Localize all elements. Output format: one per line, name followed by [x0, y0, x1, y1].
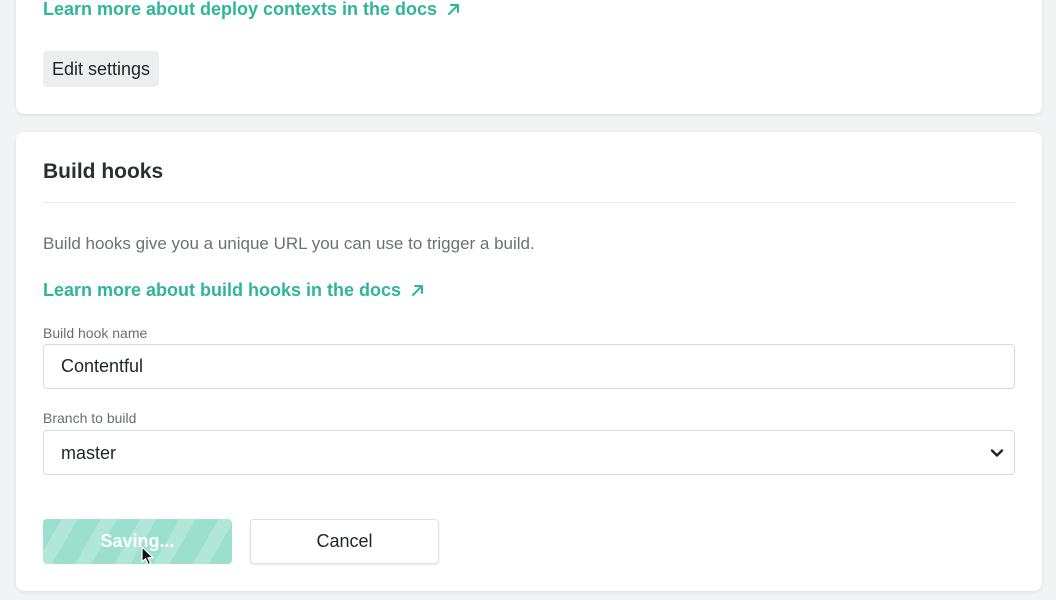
branch-select-value: master	[61, 443, 117, 463]
branch-to-build-label: Branch to build	[43, 410, 137, 426]
deploy-contexts-card: Learn more about deploy contexts in the …	[16, 0, 1042, 114]
build-hooks-title: Build hooks	[43, 160, 164, 183]
chevron-down-icon	[990, 449, 1004, 457]
branch-select[interactable]: master	[43, 430, 1015, 475]
build-hooks-description: Build hooks give you a unique URL you ca…	[43, 234, 535, 253]
build-hook-name-input[interactable]	[43, 344, 1015, 389]
build-hook-name-label: Build hook name	[43, 325, 148, 341]
external-link-icon	[412, 285, 424, 296]
section-divider	[43, 202, 1015, 203]
deploy-contexts-docs-link[interactable]: Learn more about deploy contexts in the …	[43, 0, 460, 20]
build-hooks-card: Build hooks Build hooks give you a uniqu…	[16, 132, 1042, 591]
external-link-icon	[448, 4, 460, 15]
build-hooks-docs-link-label: Learn more about build hooks in the docs	[43, 280, 402, 300]
edit-settings-button[interactable]: Edit settings	[43, 51, 160, 87]
deploy-contexts-docs-link-label: Learn more about deploy contexts in the …	[43, 0, 438, 19]
cancel-button[interactable]: Cancel	[250, 519, 439, 564]
save-button[interactable]: Saving...	[43, 519, 232, 564]
build-hooks-docs-link[interactable]: Learn more about build hooks in the docs	[43, 280, 424, 301]
